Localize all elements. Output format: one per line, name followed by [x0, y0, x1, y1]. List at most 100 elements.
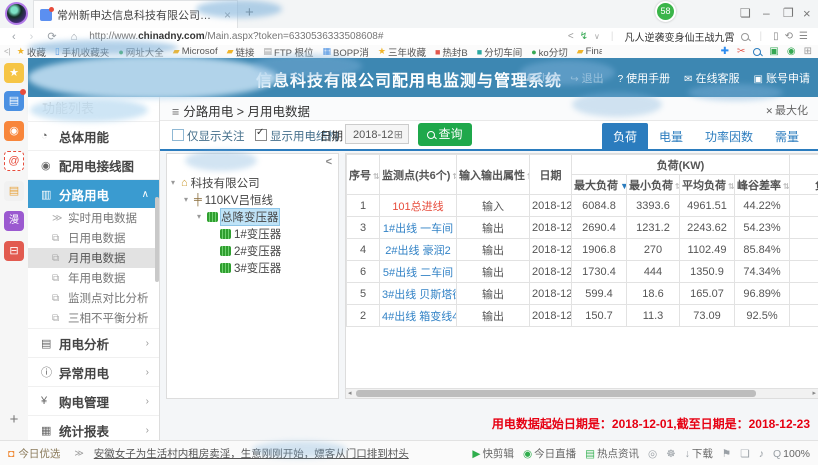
column-header[interactable]: 平均负荷⇅ [680, 175, 735, 195]
game-icon[interactable]: ⊟ [4, 241, 24, 261]
sidebar-subitem[interactable]: ⧉日用电数据 [28, 228, 159, 248]
collapse-bookmarks-icon[interactable]: <| [4, 47, 11, 56]
close-button[interactable]: × [803, 6, 811, 21]
bolt-icon[interactable]: ↯ [580, 31, 588, 42]
skin-icon[interactable]: ❏ [740, 448, 749, 460]
date-input[interactable]: 2018-12⊞ [345, 124, 409, 144]
column-header-cut[interactable]: 负 [790, 175, 818, 195]
today-picks-label[interactable]: 今日优选 [18, 446, 60, 461]
hamburger-icon[interactable]: ≡ [172, 105, 179, 119]
tree-expander-icon[interactable]: ▾ [197, 212, 207, 221]
browser-tab[interactable]: 常州新申达信息科技有限公司配用 × [33, 0, 238, 28]
back-icon[interactable]: ‹ [12, 31, 16, 43]
tab-power-factor[interactable]: 功率因数 [694, 123, 764, 150]
bookmark-item[interactable]: ▯手机收藏夹 [55, 45, 109, 59]
notebook-icon[interactable]: ▤ [4, 181, 24, 201]
sort-icon[interactable]: ⇅ [675, 182, 680, 191]
sidebar-scrollbar[interactable] [155, 197, 159, 282]
query-button[interactable]: 查询 [418, 123, 472, 146]
home-icon[interactable]: ⌂ [71, 31, 78, 43]
shield-icon[interactable]: ◉ [787, 46, 796, 57]
monitor-point-link[interactable]: 2#出线 豪润2 [385, 245, 450, 257]
sidebar-subitem[interactable]: ≫实时用电数据 [28, 208, 159, 228]
column-header[interactable]: 输入输出属性⇅ [457, 155, 530, 195]
phone-icon[interactable]: ▯ [773, 31, 779, 42]
manual-link[interactable]: ?使用手册 [618, 70, 671, 86]
monitor-point-link[interactable]: 4#出线 箱变线4 [382, 311, 457, 323]
column-header[interactable]: 最大负荷▼ [572, 175, 627, 195]
dropdown-icon[interactable]: ∨ [594, 32, 600, 41]
monitor-point-link[interactable]: 3#出线 贝斯塔德3 [382, 289, 457, 301]
grid-icon[interactable]: ⊞ [804, 46, 812, 57]
scissors-icon[interactable]: ✂ [737, 46, 745, 57]
sidebar-item-1[interactable]: ◉配用电接线图 [28, 150, 159, 179]
tab-demand[interactable]: 需量 [764, 123, 810, 150]
user-menu[interactable]: ♟zhcl [525, 72, 557, 84]
tree-node[interactable]: ▾总降变压器 [167, 208, 338, 225]
sort-icon[interactable]: ⇅ [373, 172, 380, 181]
bookmark-item[interactable]: ■热封B [435, 45, 468, 59]
sort-icon[interactable]: ⇅ [728, 182, 735, 191]
bookmark-item[interactable]: ▰Finance [577, 46, 602, 57]
column-header[interactable]: 峰谷差率⇅ [735, 175, 790, 195]
support-link[interactable]: ✉在线客服 [684, 70, 739, 86]
wheel-icon[interactable]: ◎ [648, 448, 657, 460]
skin-icon[interactable]: ❏ [740, 6, 751, 20]
live-today[interactable]: ◉今日直播 [523, 446, 576, 461]
bookmark-item[interactable]: ▰链接 [227, 45, 255, 59]
forward-icon[interactable]: › [30, 31, 34, 43]
sort-icon[interactable]: ▼ [620, 181, 627, 191]
logout-button[interactable]: ↪退出 [570, 70, 603, 86]
weibo-icon[interactable]: ◉ [4, 121, 24, 141]
scroll-left-icon[interactable]: ◂ [348, 389, 352, 398]
minimize-button[interactable]: – [763, 6, 770, 20]
bookmark-item[interactable]: ●ko分切 [531, 45, 567, 59]
account-link[interactable]: ▣账号申请 [754, 70, 810, 86]
tab-close-icon[interactable]: × [224, 8, 231, 22]
sidebar-item-2[interactable]: ▥分路用电∧ [28, 179, 159, 208]
feed-icon[interactable]: ▤ [4, 91, 24, 111]
sidebar-item-3[interactable]: ▤用电分析› [28, 328, 159, 357]
tree-node[interactable]: ▾╪110KV吕恒线 [167, 191, 338, 208]
new-tab-button[interactable]: + [245, 4, 254, 21]
add-panel-icon[interactable]: + [4, 410, 24, 430]
gamepad-icon[interactable]: ▣ [769, 46, 778, 57]
scroll-right-icon[interactable]: ▸ [812, 389, 816, 398]
notification-badge[interactable]: 58 [655, 1, 676, 22]
favorites-add-icon[interactable]: ✚ [721, 46, 729, 57]
tree-node[interactable]: 2#变压器 [167, 242, 338, 259]
tab-energy[interactable]: 电量 [648, 123, 694, 150]
sort-icon[interactable]: ⇅ [452, 172, 456, 181]
menu-icon[interactable]: ☰ [799, 31, 808, 42]
tree-expander-icon[interactable]: ▾ [171, 178, 181, 187]
bookmark-item[interactable]: ▦BOPP消 [322, 45, 368, 59]
search-tool-icon[interactable] [753, 48, 761, 56]
tree-node[interactable]: 3#变压器 [167, 259, 338, 276]
search-icon[interactable] [741, 33, 749, 41]
sidebar-subitem[interactable]: ⧉监测点对比分析 [28, 288, 159, 308]
sidebar-item-0[interactable]: ◔总体用能 [28, 121, 159, 150]
url-field[interactable]: http://www.chinadny.com/Main.aspx?token=… [89, 31, 383, 42]
scrollbar-thumb[interactable] [356, 390, 756, 397]
news-ticker-link[interactable]: 安徽女子为生活村内租房卖淫，生意刚刚开始，嫖客从门口排到村头 [94, 446, 409, 461]
monitor-point-link[interactable]: 101总进线 [392, 201, 443, 213]
bookmark-item[interactable]: ▰Microsof [173, 46, 218, 57]
sound-icon[interactable]: ♪ [759, 448, 764, 460]
bookmark-item[interactable]: ▤FTP 根位 [264, 45, 314, 59]
manga-icon[interactable]: 漫 [4, 211, 24, 231]
share-icon[interactable]: < [568, 31, 574, 42]
browser-logo-icon[interactable] [5, 2, 28, 25]
column-header[interactable]: 最小负荷⇅ [627, 175, 680, 195]
column-header[interactable]: 日期 [530, 155, 572, 195]
quick-clip[interactable]: ▶快剪辑 [472, 446, 514, 461]
maximize-panel-button[interactable]: ✕最大化 [765, 102, 808, 118]
sidebar-subitem[interactable]: ⧉月用电数据 [28, 248, 159, 268]
tree-node[interactable]: 1#变压器 [167, 225, 338, 242]
undo-icon[interactable]: ⟲ [785, 31, 793, 42]
bookmark-item[interactable]: ★收藏 [17, 45, 46, 59]
sort-icon[interactable]: ⇅ [783, 182, 790, 191]
tree-node[interactable]: ▾⌂科技有限公司 [167, 174, 338, 191]
sidebar-subitem[interactable]: ⧉年用电数据 [28, 268, 159, 288]
sidebar-item-4[interactable]: ⓘ异常用电› [28, 357, 159, 386]
column-header[interactable]: 序号⇅ [347, 155, 380, 195]
